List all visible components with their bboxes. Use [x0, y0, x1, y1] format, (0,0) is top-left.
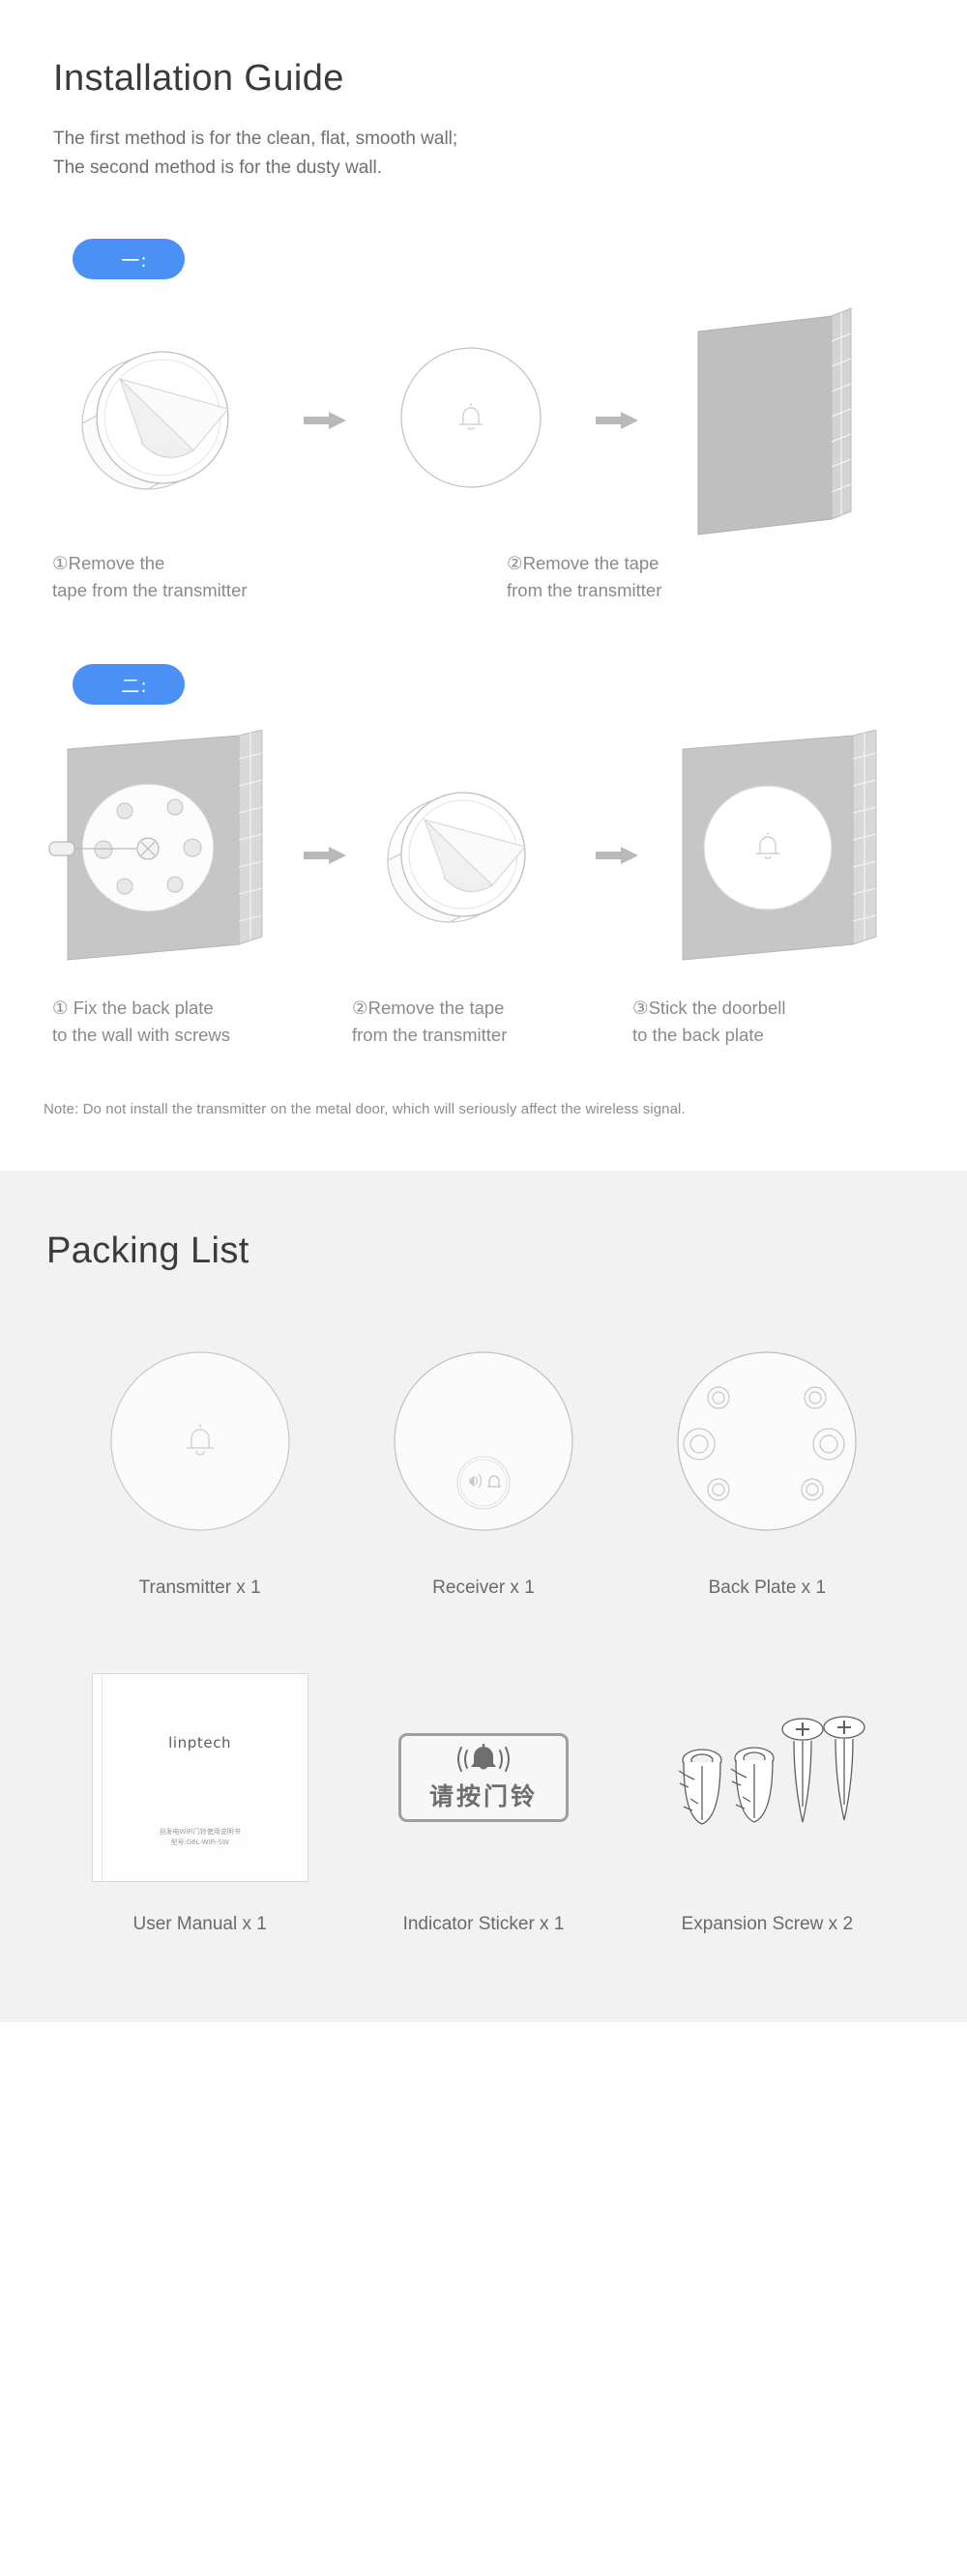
- packing-item-screws: Expansion Screw x 2: [631, 1666, 902, 1935]
- method2-caption-1: ① Fix the back plate to the wall with sc…: [52, 998, 231, 1045]
- method-one-badge: 一:: [73, 239, 185, 279]
- method1-step3-illustration: [642, 304, 928, 536]
- sticker-art: 请按门铃: [397, 1666, 569, 1889]
- subtitle-line-1: The first method is for the clean, flat,…: [53, 129, 458, 149]
- method1-step2-illustration: [350, 309, 592, 532]
- sticker-icon: 请按门铃: [397, 1733, 569, 1822]
- subtitle-line-2: The second method is for the dusty wall.: [53, 158, 383, 178]
- screws-art: [665, 1666, 868, 1889]
- method2-caption-2: ②Remove the tape from the transmitter: [352, 998, 508, 1045]
- arrow-3: [300, 847, 350, 864]
- receiver-circle-icon: [394, 1351, 573, 1531]
- screw-anchor-icon: [678, 1716, 865, 1825]
- packing-label-manual: User Manual x 1: [132, 1914, 267, 1934]
- manual-art: linptech 自发电WiFi门铃使用说明书 型号:G6L-WiFi-SW: [91, 1666, 308, 1889]
- method1-caption-2: ②Remove the tape from the transmitter: [507, 553, 662, 600]
- packing-label-sticker: Indicator Sticker x 1: [402, 1914, 565, 1934]
- arrow-1: [300, 412, 350, 429]
- backplate-art: [670, 1330, 864, 1552]
- installation-note: Note: Do not install the transmitter on …: [44, 1101, 686, 1117]
- packing-row-1: Transmitter x 1 Receiver x 1 Back Plate …: [0, 1330, 967, 1599]
- wall-icon: [697, 307, 852, 535]
- manual-cn-line1: 自发电WiFi门铃使用说明书: [159, 1828, 241, 1836]
- packing-label-screws: Expansion Screw x 2: [681, 1914, 854, 1934]
- arrow-right-icon: [304, 847, 346, 864]
- method2-caption-3: ③Stick the doorbell to the back plate: [632, 998, 786, 1045]
- transmitter-front-icon: [400, 347, 542, 488]
- arrow-2: [592, 412, 642, 429]
- doorbell-on-wall-icon: [682, 730, 877, 961]
- ringing-bell-icon: [456, 1744, 510, 1772]
- arrow-right-icon: [304, 412, 346, 429]
- transmitter-art: [103, 1330, 297, 1552]
- arrow-4: [592, 847, 642, 864]
- packing-row-2: linptech 自发电WiFi门铃使用说明书 型号:G6L-WiFi-SW U…: [0, 1666, 967, 1935]
- method-two-steps: [0, 730, 967, 981]
- method2-step1-illustration: [39, 730, 300, 981]
- arrow-right-icon: [596, 412, 638, 429]
- packing-item-backplate: Back Plate x 1: [631, 1330, 902, 1599]
- sticker-text: 请按门铃: [428, 1782, 538, 1810]
- installation-guide-section: Installation Guide The first method is f…: [0, 0, 967, 1171]
- method1-step1-illustration: [39, 309, 300, 532]
- packing-list-section: Packing List Transmitter x 1 Receiver x …: [0, 1171, 967, 2022]
- transmitter-peel-tape-icon: [81, 351, 229, 490]
- method-one-captions: ①Remove the tape from the transmitter ②R…: [0, 550, 967, 604]
- packing-label-transmitter: Transmitter x 1: [138, 1577, 261, 1598]
- backplate-on-wall-icon: [48, 730, 263, 961]
- method2-step2-illustration: [350, 744, 592, 967]
- arrow-right-icon: [596, 847, 638, 864]
- manual-brand-label: linptech: [168, 1734, 232, 1751]
- packing-label-backplate: Back Plate x 1: [708, 1577, 827, 1598]
- manual-cn-line2: 型号:G6L-WiFi-SW: [170, 1838, 229, 1846]
- method1-caption-1: ①Remove the tape from the transmitter: [52, 553, 248, 600]
- method-two-badge-label: 二:: [121, 675, 148, 697]
- transmitter-peel-tape-icon: [387, 792, 526, 923]
- method-one-badge-label: 一:: [121, 249, 148, 272]
- manual-book-icon: linptech 自发电WiFi门铃使用说明书 型号:G6L-WiFi-SW: [91, 1673, 308, 1882]
- back-plate-icon: [677, 1351, 857, 1531]
- packing-item-sticker: 请按门铃 Indicator Sticker x 1: [348, 1666, 619, 1935]
- packing-label-receiver: Receiver x 1: [432, 1577, 535, 1598]
- manual-cn-text: 自发电WiFi门铃使用说明书 型号:G6L-WiFi-SW: [93, 1827, 308, 1848]
- doorbell-circle-icon: [110, 1351, 290, 1531]
- packing-item-manual: linptech 自发电WiFi门铃使用说明书 型号:G6L-WiFi-SW U…: [65, 1666, 336, 1935]
- packing-list-title: Packing List: [46, 1230, 249, 1271]
- method2-step3-illustration: [642, 730, 928, 981]
- method-one-steps: [0, 304, 967, 536]
- product-page: Installation Guide The first method is f…: [0, 0, 967, 2022]
- method-two-badge: 二:: [73, 664, 185, 705]
- packing-item-transmitter: Transmitter x 1: [65, 1330, 336, 1599]
- method-two-captions: ① Fix the back plate to the wall with sc…: [0, 995, 967, 1049]
- page-title: Installation Guide: [53, 58, 344, 99]
- packing-item-receiver: Receiver x 1: [348, 1330, 619, 1599]
- receiver-art: [387, 1330, 580, 1552]
